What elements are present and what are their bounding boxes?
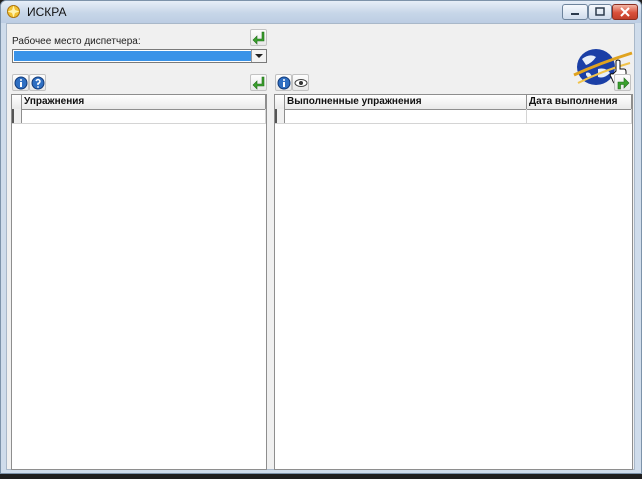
close-button[interactable]: [612, 4, 638, 20]
exercises-grid[interactable]: Упражнения: [11, 94, 267, 470]
window-title: ИСКРА: [27, 5, 67, 19]
exercises-grid-header: Упражнения: [12, 95, 266, 110]
left-apply-button[interactable]: [250, 74, 267, 91]
right-info-button[interactable]: [275, 74, 292, 91]
eye-icon: [294, 79, 308, 87]
column-header-exercises[interactable]: Упражнения: [22, 95, 266, 109]
help-icon: [31, 76, 45, 90]
dispatcher-combobox[interactable]: [12, 49, 267, 63]
title-bar: ИСКРА: [1, 1, 641, 23]
combobox-dropdown-button[interactable]: [251, 50, 266, 62]
app-icon: [7, 5, 20, 18]
table-row[interactable]: [275, 109, 632, 124]
left-help-button[interactable]: [29, 74, 46, 91]
dispatcher-selected-value: [14, 51, 251, 61]
column-header-completed[interactable]: Выполненные упражнения: [285, 95, 527, 109]
completed-exercises-grid[interactable]: Выполненные упражнения Дата выполнения: [274, 94, 633, 470]
maximize-icon: [595, 7, 605, 16]
close-icon: [620, 7, 630, 17]
green-arrow-icon: [617, 77, 630, 90]
left-info-button[interactable]: [12, 74, 29, 91]
dispatcher-label: Рабочее место диспетчера:: [12, 36, 141, 47]
minimize-icon: [571, 13, 579, 15]
minimize-button[interactable]: [562, 4, 588, 20]
row-indicator[interactable]: [12, 109, 22, 123]
right-view-button[interactable]: [292, 74, 309, 91]
maximize-button[interactable]: [588, 4, 612, 20]
row-indicator[interactable]: [275, 109, 285, 123]
column-header-date[interactable]: Дата выполнения: [527, 95, 632, 109]
green-arrow-icon: [252, 31, 265, 45]
completed-grid-header: Выполненные упражнения Дата выполнения: [275, 95, 632, 110]
dispatcher-apply-button[interactable]: [250, 29, 267, 46]
client-area: Рабочее место диспетчера: Упражнения Вып…: [6, 23, 635, 470]
right-forward-button[interactable]: [614, 74, 631, 91]
table-cell[interactable]: [285, 109, 527, 123]
main-window: ИСКРА Рабочее место диспетчера: Упражнен…: [0, 0, 642, 474]
table-row[interactable]: [12, 109, 266, 124]
info-icon: [277, 76, 291, 90]
table-cell[interactable]: [527, 109, 632, 123]
info-icon: [14, 76, 28, 90]
green-arrow-icon: [252, 76, 265, 90]
table-cell[interactable]: [22, 109, 266, 123]
